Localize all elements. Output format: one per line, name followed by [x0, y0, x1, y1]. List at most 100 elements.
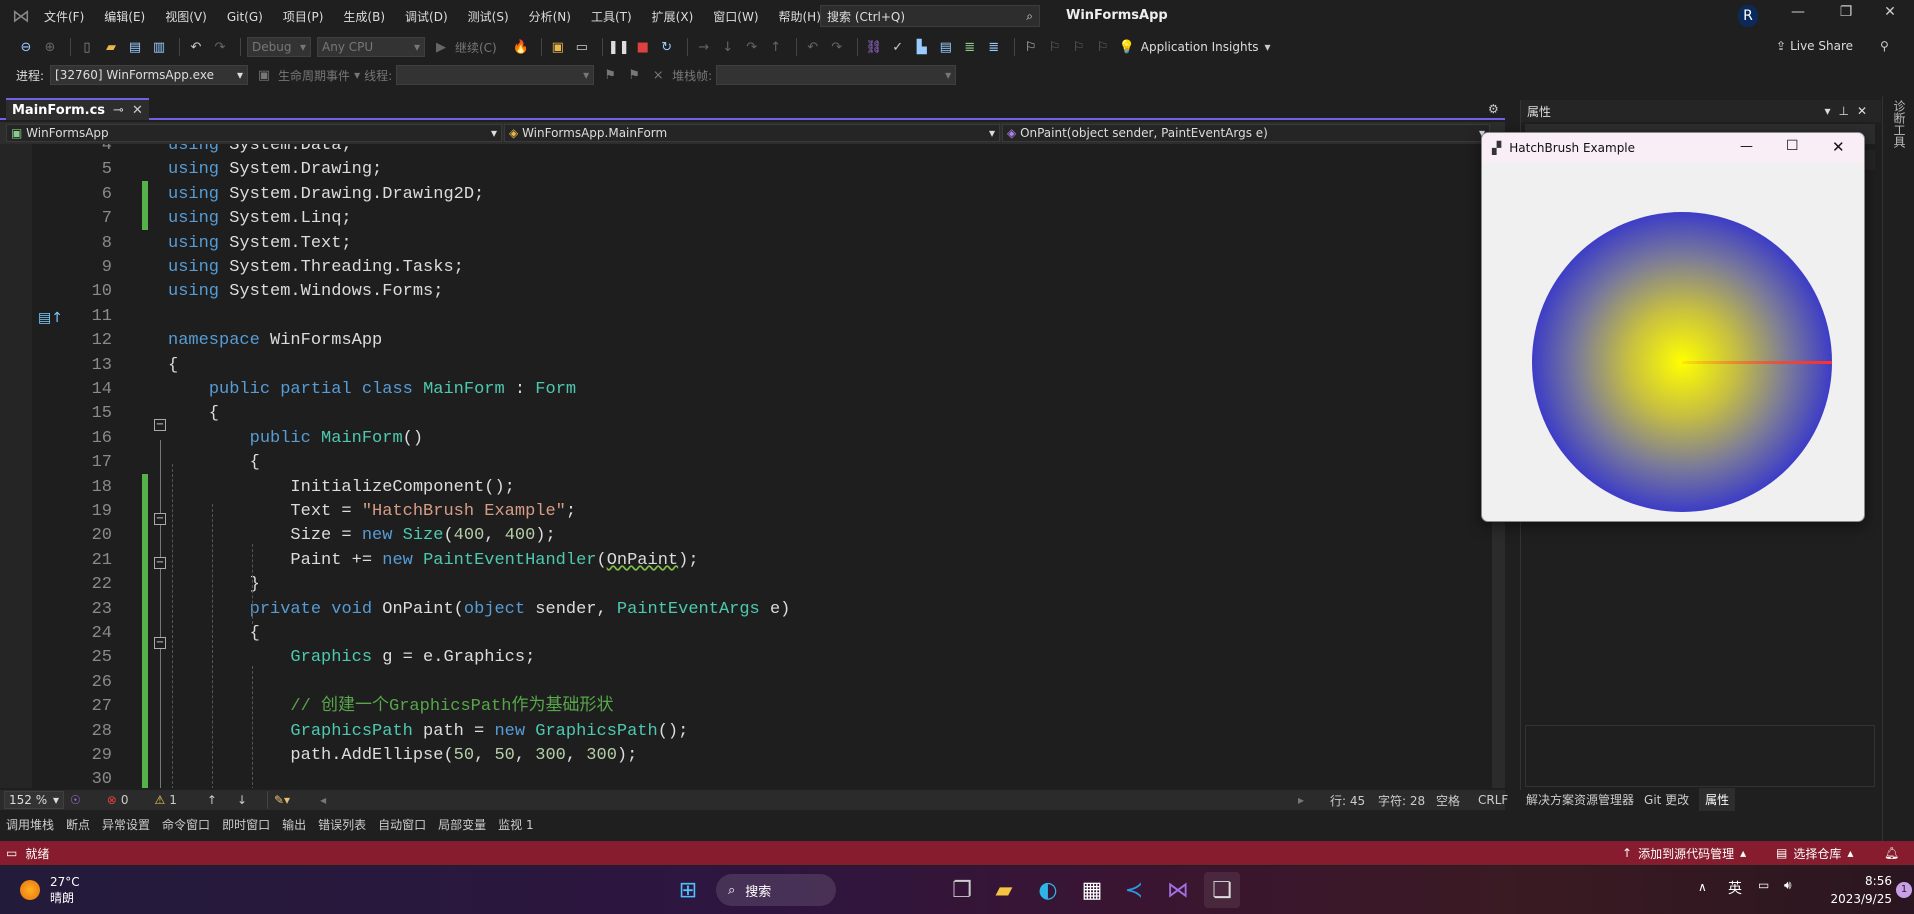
hot-reload-icon[interactable]: 🔥	[511, 37, 531, 57]
step-out-icon[interactable]: ↑	[766, 37, 786, 57]
close-button[interactable]: ✕	[1870, 4, 1910, 28]
toggle-icon[interactable]: ⨯	[648, 65, 668, 85]
warning-count[interactable]: 1	[169, 793, 177, 807]
next-bookmark-icon[interactable]: ⚐	[1069, 37, 1089, 57]
collapse-toggle[interactable]: −	[154, 513, 166, 525]
folder-search-icon[interactable]: ▣	[548, 37, 568, 57]
tab-close-icon[interactable]: ✕	[132, 103, 143, 118]
undo2-icon[interactable]: ↶	[803, 37, 823, 57]
stack-frame-select[interactable]: ▾	[716, 65, 957, 85]
tool-window-tab[interactable]: 即时窗口	[222, 816, 270, 833]
code-map-icon[interactable]: ⛓	[864, 37, 884, 57]
member-dropdown[interactable]: ◈ OnPaint(object sender, PaintEventArgs …	[1002, 124, 1490, 142]
vscode-icon[interactable]: ≺	[1116, 872, 1152, 908]
collapse-toggle[interactable]: −	[154, 557, 166, 569]
redo2-icon[interactable]: ↷	[827, 37, 847, 57]
settings-icon[interactable]: ⚙	[1488, 102, 1499, 116]
right-panel-tab[interactable]: Git 更改	[1644, 791, 1689, 808]
menu-item[interactable]: 扩展(X)	[652, 8, 694, 25]
cleanup-icon[interactable]: ✎▾	[274, 793, 290, 807]
right-panel-tab[interactable]: 解决方案资源管理器	[1526, 791, 1634, 808]
stop-icon[interactable]: ■	[633, 37, 653, 57]
panel-close-icon[interactable]: ✕	[1857, 104, 1875, 118]
collapse-toggle[interactable]: −	[154, 419, 166, 431]
class-dropdown[interactable]: ◈ WinFormsApp.MainForm ▾	[504, 124, 1000, 142]
pin-icon[interactable]: ⊸	[113, 103, 124, 118]
weather-widget[interactable]: 27°C 晴朗	[50, 874, 80, 906]
weather-sun-icon[interactable]	[20, 880, 40, 900]
tool-window-tab[interactable]: 输出	[282, 816, 306, 833]
window-icon[interactable]: ▭	[572, 37, 592, 57]
menu-item[interactable]: 项目(P)	[283, 8, 324, 25]
error-count[interactable]: 0	[121, 793, 129, 807]
start-button[interactable]: ⊞	[670, 872, 706, 908]
volume-icon[interactable]: 🔊︎	[1784, 878, 1792, 893]
taskbar-search[interactable]: ⌕ 搜索	[716, 874, 836, 906]
add-source-control-button[interactable]: ↑ 添加到源代码管理 ▴	[1622, 845, 1746, 862]
menu-item[interactable]: 测试(S)	[468, 8, 509, 25]
back-icon[interactable]: ⊖	[16, 37, 36, 57]
pause-icon[interactable]: ❚❚	[608, 37, 630, 57]
platform-select[interactable]: Any CPU ▾	[317, 37, 425, 57]
play-icon[interactable]: ▶	[431, 37, 451, 57]
clock[interactable]: 8:56 2023/9/25	[1812, 872, 1892, 908]
menu-item[interactable]: 工具(T)	[591, 8, 632, 25]
file-explorer-icon[interactable]: ▰	[986, 872, 1022, 908]
redo-icon[interactable]: ↷	[210, 37, 230, 57]
menu-item[interactable]: 帮助(H)	[779, 8, 821, 25]
step-back-icon[interactable]: ↷	[742, 37, 762, 57]
prev-issue-icon[interactable]: ↑	[207, 793, 217, 807]
tool-window-tab[interactable]: 监视 1	[498, 816, 533, 833]
menu-item[interactable]: Git(G)	[227, 10, 263, 24]
clear-bookmark-icon[interactable]: ⚐	[1093, 37, 1113, 57]
network-icon[interactable]: ▭	[1758, 878, 1769, 892]
form-maximize-button[interactable]: ☐	[1786, 138, 1799, 154]
error-icon[interactable]: ⊗	[107, 793, 117, 807]
notification-bell-icon[interactable]: 🔔︎	[1884, 846, 1899, 860]
collapse-toggle[interactable]: −	[154, 637, 166, 649]
line-indicator[interactable]: 行: 45	[1330, 792, 1365, 809]
select-repo-button[interactable]: ▤ 选择仓库 ▴	[1776, 845, 1853, 862]
step-over-icon[interactable]: →	[694, 37, 714, 57]
codelens-io-icon[interactable]: ▤↑	[38, 310, 63, 326]
tool-window-tab[interactable]: 局部变量	[438, 816, 486, 833]
tab-diagnostic-tools[interactable]: 诊断工具	[1891, 100, 1908, 148]
form-minimize-button[interactable]: —	[1740, 139, 1753, 154]
tool-window-tab[interactable]: 断点	[66, 816, 90, 833]
restore-button[interactable]: ❐	[1826, 4, 1866, 28]
tool-window-tab[interactable]: 错误列表	[318, 816, 366, 833]
menu-item[interactable]: 视图(V)	[165, 8, 207, 25]
code-editor[interactable]: 4 using System.Data; 5 using System.Drawing…	[0, 144, 1492, 788]
form-close-button[interactable]: ✕	[1832, 138, 1845, 156]
feedback-icon[interactable]: ⚲	[1880, 39, 1889, 53]
undo-icon[interactable]: ↶	[186, 37, 206, 57]
forward-icon[interactable]: ⊕	[40, 37, 60, 57]
prev-bookmark-icon[interactable]: ⚐	[1045, 37, 1065, 57]
tray-overflow-icon[interactable]: ∧	[1698, 880, 1707, 894]
project-dropdown[interactable]: ▣ WinFormsApp ▾	[6, 124, 502, 142]
panel-menu-icon[interactable]: ▾	[1824, 104, 1838, 118]
bookmark-icon[interactable]: ⚐	[1021, 37, 1041, 57]
lightbulb-icon[interactable]: 💡	[1117, 37, 1137, 57]
search-box[interactable]: 搜索 (Ctrl+Q) ⌕	[820, 5, 1040, 27]
app-insights-button[interactable]: Application Insights	[1141, 40, 1259, 54]
store-icon[interactable]: ▦	[1074, 872, 1110, 908]
format-icon[interactable]: ▙	[912, 37, 932, 57]
next-issue-icon[interactable]: ↓	[237, 793, 247, 807]
continue-button[interactable]: 继续(C)	[455, 39, 497, 56]
notification-badge[interactable]: 1	[1896, 882, 1912, 898]
indent-icon[interactable]: ≣	[960, 37, 980, 57]
winforms-app-icon[interactable]: ❏	[1204, 872, 1240, 908]
open-icon[interactable]: ▰	[101, 37, 121, 57]
tool-window-tab[interactable]: 命令窗口	[162, 816, 210, 833]
menu-item[interactable]: 窗口(W)	[713, 8, 758, 25]
hscroll-left-icon[interactable]: ◂	[320, 793, 326, 807]
live-share-button[interactable]: ⇪ Live Share	[1776, 39, 1853, 53]
restart-icon[interactable]: ↻	[657, 37, 677, 57]
menu-item[interactable]: 分析(N)	[529, 8, 571, 25]
lifecycle-button[interactable]: 生命周期事件	[278, 67, 350, 84]
char-indicator[interactable]: 字符: 28	[1378, 792, 1425, 809]
visual-studio-icon[interactable]: ⋈	[1160, 872, 1196, 908]
avatar[interactable]: R	[1738, 5, 1758, 27]
tool-window-tab[interactable]: 自动窗口	[378, 816, 426, 833]
